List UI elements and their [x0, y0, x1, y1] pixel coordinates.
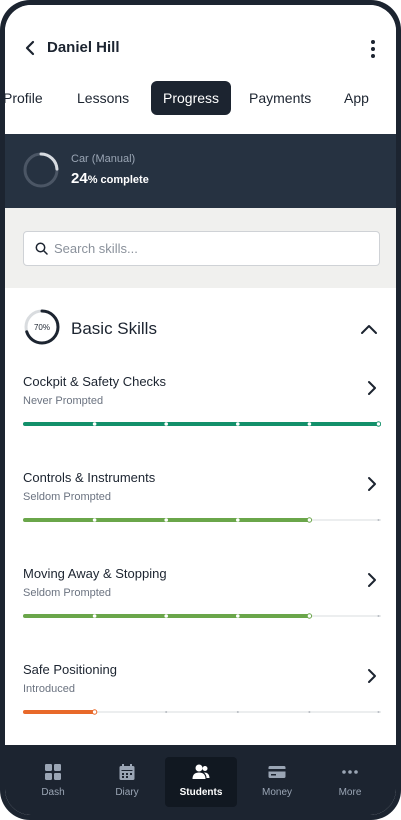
nav-label: Money: [261, 787, 292, 798]
device-frame: Daniel Hill Profile Lessons Progress Pay…: [0, 0, 401, 820]
group-progress-label: 70%: [34, 323, 50, 332]
skill-progress-bar: [23, 709, 381, 715]
nav-label: Dash: [41, 787, 65, 798]
nav-diary[interactable]: Diary: [91, 745, 163, 815]
chevron-right-icon: [368, 669, 376, 683]
kebab-menu-button[interactable]: [366, 37, 380, 61]
nav-label: Diary: [115, 787, 139, 798]
tab-profile[interactable]: Profile: [5, 81, 43, 115]
skill-group-header[interactable]: 70% Basic Skills: [5, 288, 396, 358]
back-button[interactable]: [19, 35, 41, 61]
tab-payments[interactable]: Payments: [249, 81, 311, 115]
header: Daniel Hill: [5, 5, 396, 93]
chevron-right-icon: [368, 573, 376, 587]
skill-name: Cockpit & Safety Checks: [23, 374, 167, 389]
skill-row[interactable]: Cockpit & Safety Checks Never Prompted: [5, 358, 396, 454]
skill-name: Moving Away & Stopping: [23, 566, 167, 581]
progress-step-marker: [164, 422, 168, 426]
progress-step-marker: [164, 518, 168, 522]
skill-group-title: Basic Skills: [71, 319, 157, 338]
search-area: [5, 208, 396, 288]
progress-step-marker: [307, 422, 312, 426]
progress-step-marker: [377, 711, 380, 713]
nav-dash[interactable]: Dash: [17, 745, 89, 815]
tab-progress[interactable]: Progress: [151, 81, 232, 115]
app-screen: Daniel Hill Profile Lessons Progress Pay…: [5, 5, 396, 815]
more-icon: [342, 770, 358, 774]
chevron-right-icon: [368, 477, 376, 491]
search-box: [23, 231, 380, 266]
course-name: Car (Manual): [71, 153, 136, 165]
skill-name: Controls & Instruments: [23, 470, 156, 485]
search-input[interactable]: [54, 232, 374, 265]
progress-step-marker: [306, 517, 313, 523]
calendar-icon: [119, 764, 135, 780]
dashboard-icon: [45, 764, 61, 780]
progress-step-marker: [375, 421, 381, 427]
skill-progress-bar: [23, 613, 381, 619]
skill-row[interactable]: Safe Positioning Introduced: [5, 646, 396, 742]
skill-row[interactable]: Moving Away & Stopping Seldom Prompted: [5, 550, 396, 646]
card-icon: [268, 766, 286, 778]
progress-step-marker: [377, 519, 380, 521]
course-percent: 24% complete: [71, 170, 149, 187]
skill-progress-bar: [23, 421, 381, 427]
progress-step-marker: [236, 518, 240, 522]
skill-status: Seldom Prompted: [23, 587, 112, 599]
progress-step-marker: [306, 613, 313, 619]
chevron-left-icon: [25, 40, 35, 56]
progress-step-marker: [236, 614, 240, 618]
tab-bar: Profile Lessons Progress Payments App: [5, 81, 396, 117]
progress-step-marker: [236, 711, 239, 713]
course-progress-ring: [23, 152, 59, 188]
skill-status: Never Prompted: [23, 395, 104, 407]
nav-money[interactable]: Money: [241, 745, 313, 815]
skill-status: Introduced: [23, 683, 75, 695]
collapse-button[interactable]: [358, 318, 380, 340]
progress-step-marker: [92, 422, 97, 426]
group-progress-ring: 70%: [24, 309, 60, 345]
chevron-up-icon: [361, 325, 377, 334]
progress-step-marker: [165, 711, 168, 713]
nav-label: Students: [179, 787, 223, 798]
skill-progress-bar: [23, 517, 381, 523]
progress-step-marker: [92, 614, 97, 618]
progress-fill: [23, 710, 95, 714]
nav-label: More: [338, 787, 362, 798]
course-summary: Car (Manual) 24% complete: [5, 134, 396, 208]
chevron-right-icon: [368, 381, 376, 395]
progress-step-marker: [91, 709, 98, 715]
tab-app[interactable]: App: [344, 81, 369, 115]
progress-step-marker: [308, 711, 311, 713]
nav-more[interactable]: More: [314, 745, 386, 815]
bottom-nav: Dash Diary Students Money More: [5, 745, 396, 815]
progress-step-marker: [92, 518, 97, 522]
skill-status: Seldom Prompted: [23, 491, 112, 503]
progress-step-marker: [164, 614, 168, 618]
nav-students[interactable]: Students: [165, 757, 237, 807]
students-icon: [192, 764, 210, 779]
progress-step-marker: [377, 615, 380, 617]
skill-name: Safe Positioning: [23, 662, 117, 677]
progress-fill: [23, 422, 381, 426]
search-icon: [35, 242, 48, 255]
progress-step-marker: [236, 422, 240, 426]
page-title: Daniel Hill: [47, 39, 120, 56]
tab-lessons[interactable]: Lessons: [77, 81, 129, 115]
skill-row[interactable]: Controls & Instruments Seldom Prompted: [5, 454, 396, 550]
